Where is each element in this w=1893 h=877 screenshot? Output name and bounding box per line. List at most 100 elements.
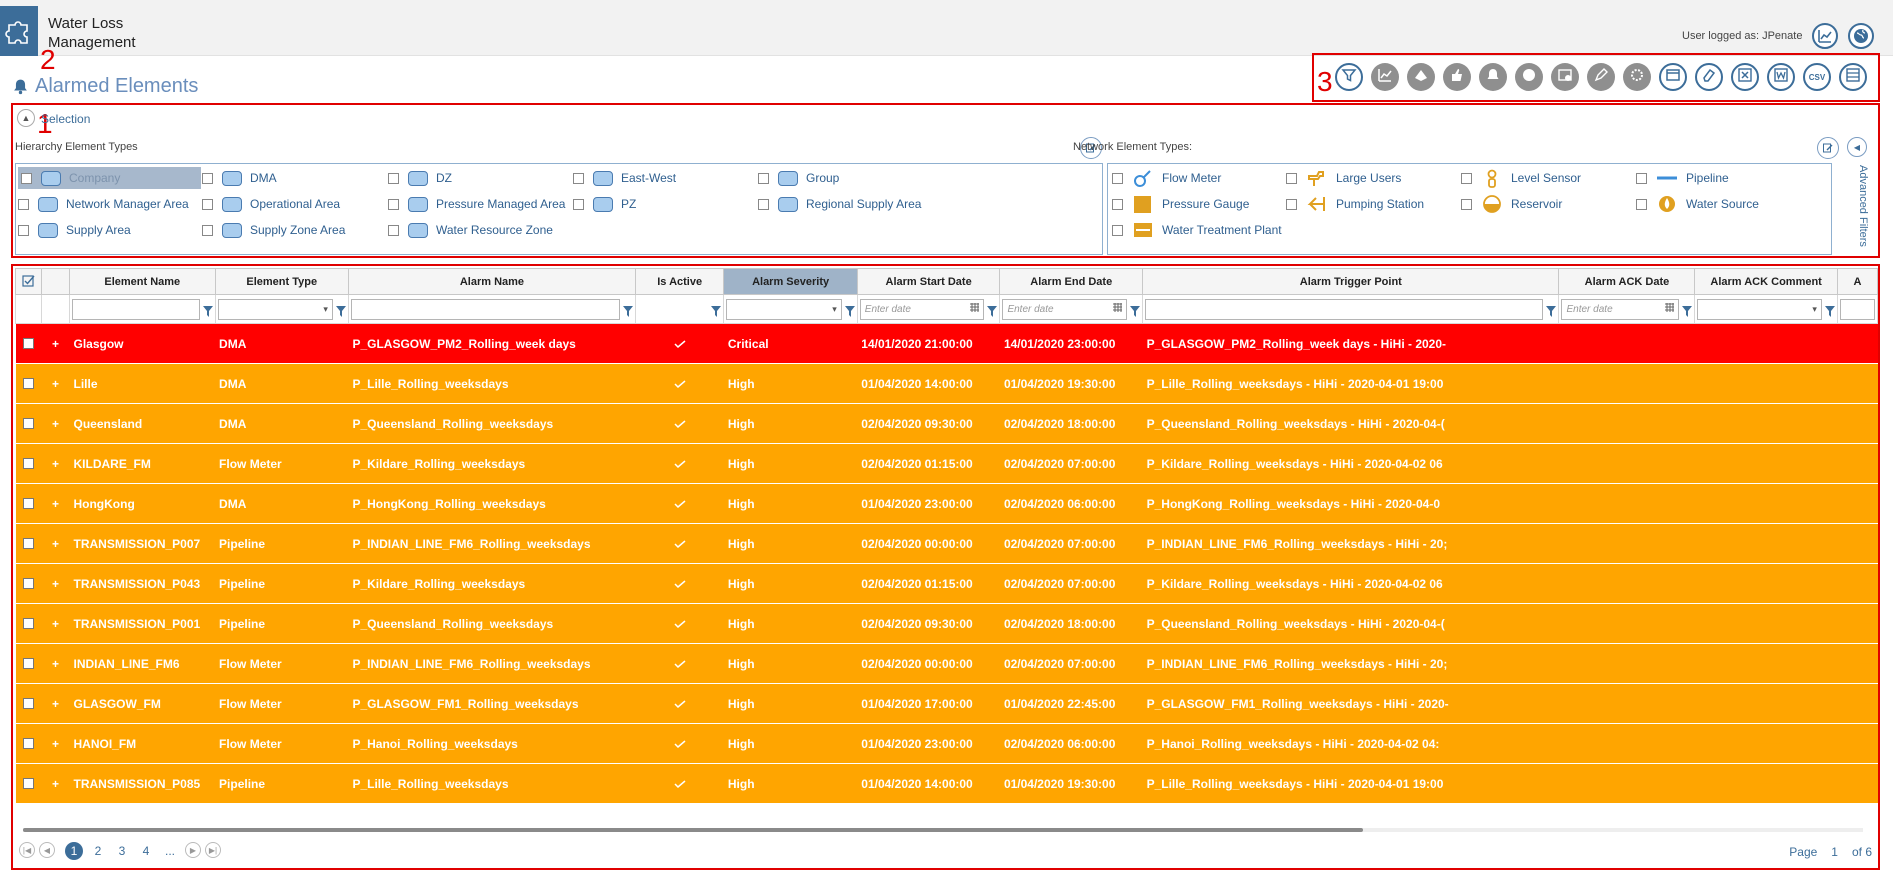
advanced-filters-toggle[interactable]: ◀ <box>1847 137 1867 157</box>
calendar-icon[interactable] <box>970 303 980 315</box>
row-checkbox-cell[interactable] <box>15 483 42 524</box>
hierarchy-type-option[interactable]: East-West <box>573 167 676 189</box>
checkbox[interactable] <box>18 224 29 236</box>
row-checkbox[interactable] <box>23 578 35 589</box>
network-type-option[interactable]: Pressure Gauge <box>1112 193 1249 215</box>
hierarchy-type-option[interactable]: Company <box>18 167 201 189</box>
checkbox[interactable] <box>1636 198 1647 210</box>
network-type-option[interactable]: Water Source <box>1636 193 1759 215</box>
network-type-option[interactable]: Pipeline <box>1636 167 1729 189</box>
checkbox[interactable] <box>1112 198 1123 210</box>
expand-row-button[interactable]: + <box>41 603 70 644</box>
checkbox[interactable] <box>1286 198 1297 210</box>
network-type-option[interactable]: Large Users <box>1286 167 1401 189</box>
row-checkbox[interactable] <box>23 538 35 549</box>
table-row[interactable]: + KILDARE_FM Flow Meter P_Kildare_Rolling_w… <box>15 443 1878 484</box>
checkbox[interactable] <box>573 198 584 210</box>
table-row[interactable]: + INDIAN_LINE_FM6 Flow Meter P_INDIAN_LINE_… <box>15 643 1878 684</box>
table-row[interactable]: + TRANSMISSION_P043 Pipeline P_Kildare_Roll… <box>15 563 1878 604</box>
filter-icon[interactable] <box>335 304 346 317</box>
expand-row-button[interactable]: + <box>41 643 70 684</box>
filter-icon[interactable] <box>844 304 855 317</box>
checkbox[interactable] <box>202 224 213 236</box>
column-header[interactable]: Alarm End Date <box>999 268 1144 295</box>
checkbox[interactable] <box>1286 172 1297 184</box>
hierarchy-type-option[interactable]: Group <box>758 167 839 189</box>
filter-icon[interactable] <box>622 304 633 317</box>
checkbox[interactable] <box>758 172 769 184</box>
column-header[interactable] <box>41 268 70 295</box>
page-number-value[interactable]: 1 <box>1821 845 1849 859</box>
row-checkbox[interactable] <box>23 378 35 389</box>
row-checkbox-cell[interactable] <box>15 763 42 804</box>
filter-icon[interactable] <box>202 304 213 317</box>
filter-button[interactable] <box>1335 63 1363 91</box>
filter-icon[interactable] <box>987 304 998 317</box>
column-header[interactable]: A <box>1836 268 1878 295</box>
network-type-option[interactable]: Water Treatment Plant <box>1112 219 1282 241</box>
select-all-header[interactable] <box>14 268 43 295</box>
row-checkbox[interactable] <box>23 618 35 629</box>
calendar-icon[interactable] <box>1665 303 1675 315</box>
eraser-button[interactable] <box>1695 63 1723 91</box>
expand-row-button[interactable]: + <box>41 683 70 724</box>
dashboard-chart-icon[interactable] <box>1812 23 1838 49</box>
date-filter-input[interactable]: Enter date <box>1561 298 1680 320</box>
hierarchy-type-option[interactable]: Operational Area <box>202 193 340 215</box>
column-header[interactable]: Element Type <box>214 268 349 295</box>
checkbox[interactable] <box>1112 172 1123 184</box>
checkbox[interactable] <box>202 172 213 184</box>
page-number-button[interactable]: 3 <box>113 842 131 860</box>
network-edit-button[interactable] <box>1817 137 1839 159</box>
expand-row-button[interactable]: + <box>41 563 70 604</box>
expand-row-button[interactable]: + <box>41 723 70 764</box>
table-row[interactable]: + Queensland DMA P_Queensland_Rolling_weeks… <box>15 403 1878 444</box>
checkbox[interactable] <box>758 198 769 210</box>
table-row[interactable]: + HongKong DMA P_HongKong_Rolling_weeksdays… <box>15 483 1878 524</box>
word-export-button[interactable] <box>1767 63 1795 91</box>
filter-icon[interactable] <box>1824 304 1835 317</box>
row-checkbox[interactable] <box>23 498 35 509</box>
checkbox[interactable] <box>1461 172 1472 184</box>
row-checkbox-cell[interactable] <box>15 403 42 444</box>
table-row[interactable]: + Lille DMA P_Lille_Rolling_weeksdays High 01… <box>15 363 1878 404</box>
first-page-button[interactable]: |◀ <box>19 842 35 858</box>
row-checkbox-cell[interactable] <box>15 603 42 644</box>
hierarchy-type-option[interactable]: Supply Zone Area <box>202 219 345 241</box>
column-header[interactable]: Alarm Trigger Point <box>1142 268 1560 295</box>
filter-icon[interactable] <box>1682 304 1693 317</box>
checkbox[interactable] <box>1112 224 1123 236</box>
expand-row-button[interactable]: + <box>41 323 70 364</box>
expand-row-button[interactable]: + <box>41 523 70 564</box>
page-number-button[interactable]: 2 <box>89 842 107 860</box>
expand-row-button[interactable]: + <box>41 363 70 404</box>
table-row[interactable]: + TRANSMISSION_P001 Pipeline P_Queensland_R… <box>15 603 1878 644</box>
row-checkbox-cell[interactable] <box>15 643 42 684</box>
column-header[interactable]: Alarm Name <box>347 268 636 295</box>
globe-icon[interactable] <box>1848 23 1874 49</box>
prev-page-button[interactable]: ◀ <box>39 842 55 858</box>
text-filter-input[interactable] <box>1839 298 1875 320</box>
hierarchy-type-option[interactable]: Water Resource Zone <box>388 219 553 241</box>
hierarchy-type-option[interactable]: DMA <box>202 167 277 189</box>
table-row[interactable]: + TRANSMISSION_P085 Pipeline P_Lille_Rollin… <box>15 763 1878 804</box>
row-checkbox-cell[interactable] <box>15 363 42 404</box>
checkbox[interactable] <box>388 224 399 236</box>
network-type-option[interactable]: Level Sensor <box>1461 167 1581 189</box>
hierarchy-type-option[interactable]: Network Manager Area <box>18 193 189 215</box>
column-header[interactable]: Is Active <box>634 268 725 295</box>
chevron-down-icon[interactable]: ▾ <box>323 304 328 315</box>
excel-export-button[interactable] <box>1731 63 1759 91</box>
last-page-button[interactable]: ▶| <box>205 842 221 858</box>
combo-filter-input[interactable]: ▾ <box>1697 298 1822 320</box>
date-filter-input[interactable]: Enter date <box>859 298 985 320</box>
hierarchy-type-option[interactable]: DZ <box>388 167 452 189</box>
page-number-button[interactable]: ... <box>161 842 179 860</box>
text-filter-input[interactable] <box>1145 298 1544 320</box>
checkbox[interactable] <box>388 172 399 184</box>
checkbox[interactable] <box>388 198 399 210</box>
row-checkbox[interactable] <box>23 778 35 789</box>
row-checkbox[interactable] <box>23 698 35 709</box>
row-checkbox[interactable] <box>23 458 35 469</box>
collapse-selection-button[interactable]: ▲ <box>17 109 35 127</box>
